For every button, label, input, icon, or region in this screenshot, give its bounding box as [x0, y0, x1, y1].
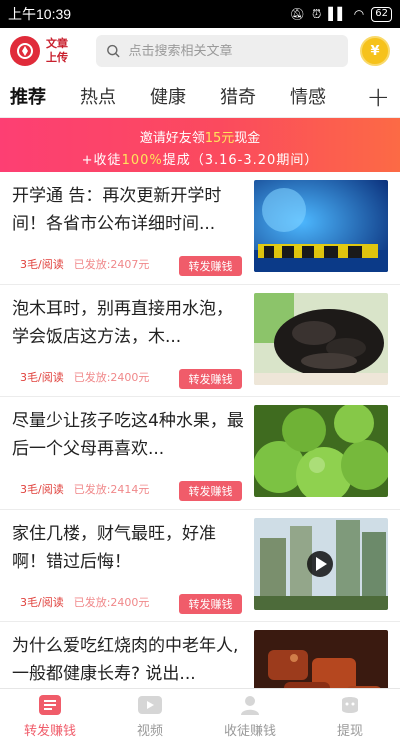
- banner-line2-highlight: 100%: [121, 153, 163, 168]
- alarm-icon: ⏰︎: [311, 6, 322, 21]
- share-earn-button[interactable]: 转发赚钱: [179, 368, 242, 389]
- article-price: 3毛/阅读: [20, 483, 64, 496]
- banner-line2-prefix: +收徒: [81, 153, 122, 168]
- invite-banner[interactable]: 邀请好友领15元现金 +收徒100%提成（3.16-3.20期间）: [0, 118, 400, 172]
- share-earn-button[interactable]: 转发赚钱: [179, 593, 242, 614]
- signal-icon: ▌▌: [328, 7, 347, 21]
- status-bar: 上午10:39 🔕︎ ⏰︎ ▌▌ ◠ 62: [0, 0, 400, 28]
- nav-share-earn[interactable]: 转发赚钱: [0, 689, 100, 743]
- category-tabs: 推荐 热点 健康 猎奇 情感 +: [0, 74, 400, 118]
- banner-line1-suffix: 现金: [234, 131, 261, 146]
- mute-icon: 🔕︎: [289, 7, 305, 21]
- add-tab-button[interactable]: +: [367, 80, 390, 113]
- share-earn-icon: [37, 693, 63, 717]
- search-icon: [107, 44, 120, 58]
- nav-recruit[interactable]: 收徒赚钱: [200, 689, 300, 743]
- battery-level: 62: [375, 8, 388, 19]
- bottom-nav: 转发赚钱 视频 收徒赚钱 提现: [0, 688, 400, 743]
- status-time: 上午10:39: [8, 6, 72, 22]
- share-earn-button[interactable]: 转发赚钱: [179, 481, 242, 501]
- article-card[interactable]: 泡木耳时，别再直接用水泡，学会饭店这方法，木... 3毛/阅读 已发放:2400…: [0, 285, 400, 397]
- video-icon: [137, 693, 163, 717]
- nav-withdraw[interactable]: 提现: [300, 689, 400, 743]
- tab-recommend[interactable]: 推荐: [10, 83, 46, 109]
- tab-hot[interactable]: 热点: [80, 83, 116, 109]
- coin-button[interactable]: ¥: [360, 36, 390, 66]
- nav-label: 收徒赚钱: [223, 724, 276, 739]
- banner-line1-prefix: 邀请好友领: [139, 131, 205, 146]
- article-card[interactable]: 开学通 告：再次更新开学时间！各省市公布详细时间... 3毛/阅读 已发放:24…: [0, 172, 400, 285]
- article-price: 3毛/阅读: [20, 595, 64, 609]
- article-thumbnail[interactable]: [254, 180, 388, 272]
- person-icon: [237, 693, 263, 717]
- article-thumbnail[interactable]: [254, 405, 388, 497]
- share-earn-button[interactable]: 转发赚钱: [179, 256, 242, 276]
- article-price: 3毛/阅读: [20, 258, 64, 271]
- article-title[interactable]: 家住几楼，财气最旺，好准啊！错过后悔！: [12, 520, 248, 576]
- article-title[interactable]: 开学通 告：再次更新开学时间！各省市公布详细时间...: [12, 182, 248, 238]
- article-thumbnail[interactable]: [254, 292, 388, 385]
- nav-label: 转发赚钱: [23, 724, 76, 739]
- logo-mark-icon: [10, 36, 40, 66]
- coin-label: ¥: [370, 43, 380, 59]
- nav-label: 视频: [136, 724, 163, 739]
- play-icon[interactable]: [307, 550, 333, 577]
- battery-icon: 62: [371, 6, 392, 22]
- article-title[interactable]: 尽量少让孩子吃这4种水果，最后一个父母再喜欢...: [12, 407, 248, 463]
- nav-label: 提现: [336, 724, 363, 739]
- article-paid-out: 已发放:2407元: [73, 258, 150, 271]
- article-card[interactable]: 家住几楼，财气最旺，好准啊！错过后悔！ 3毛/阅读 已发放:2400元 转发赚钱: [0, 510, 400, 622]
- article-price: 3毛/阅读: [20, 370, 64, 384]
- banner-line1-highlight: 15元: [204, 131, 235, 146]
- tab-emotion[interactable]: 情感: [290, 83, 326, 109]
- article-paid-out: 已发放:2400元: [73, 595, 150, 609]
- search-input[interactable]: [128, 43, 338, 59]
- tab-health[interactable]: 健康: [150, 83, 186, 109]
- wifi-icon: ◠: [353, 7, 365, 21]
- article-thumbnail[interactable]: [254, 517, 388, 610]
- article-title[interactable]: 为什么爱吃红烧肉的中老年人,一般都健康长寿? 说出...: [12, 632, 248, 688]
- tab-curious[interactable]: 猎奇: [220, 83, 256, 109]
- app-logo[interactable]: 文章 上传: [10, 36, 96, 66]
- article-paid-out: 已发放:2400元: [73, 370, 150, 384]
- app-header: 文章 上传 ¥: [0, 28, 400, 74]
- withdraw-icon: [337, 693, 363, 717]
- search-bar[interactable]: [96, 35, 348, 67]
- logo-text-line2: 上传: [46, 51, 68, 64]
- article-title[interactable]: 泡木耳时，别再直接用水泡，学会饭店这方法，木...: [12, 295, 248, 351]
- article-paid-out: 已发放:2414元: [73, 483, 150, 496]
- article-card[interactable]: 尽量少让孩子吃这4种水果，最后一个父母再喜欢... 3毛/阅读 已发放:2414…: [0, 397, 400, 510]
- banner-line2-suffix: 提成（3.16-3.20期间）: [162, 153, 319, 168]
- article-feed: 开学通 告：再次更新开学时间！各省市公布详细时间... 3毛/阅读 已发放:24…: [0, 172, 400, 735]
- status-icons: 🔕︎ ⏰︎ ▌▌ ◠ 62: [289, 6, 392, 22]
- nav-video[interactable]: 视频: [100, 689, 200, 743]
- logo-text-line1: 文章: [46, 37, 68, 50]
